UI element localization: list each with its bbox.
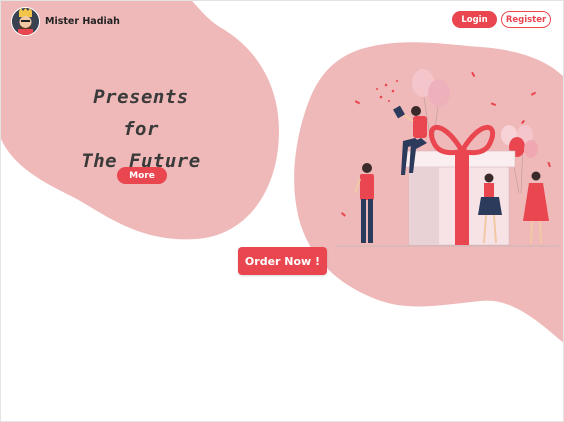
register-button[interactable]: Register — [501, 11, 551, 28]
hero-title-line-1: Presents for — [93, 86, 189, 140]
brand-name: Mister Hadiah — [45, 16, 120, 27]
hero-title: Presents for The Future — [71, 81, 211, 177]
person-standing-left-icon — [354, 163, 374, 243]
page-frame: Mister Hadiah Login Register Presents fo… — [0, 0, 564, 422]
order-now-button[interactable]: Order Now ! — [238, 247, 327, 275]
person-woman-right-icon — [523, 171, 549, 244]
login-button[interactable]: Login — [452, 11, 497, 28]
mascot-avatar-icon — [11, 7, 40, 36]
gift-party-illustration — [336, 69, 559, 247]
more-button[interactable]: More — [117, 167, 167, 184]
brand-logo[interactable]: Mister Hadiah — [11, 7, 120, 36]
